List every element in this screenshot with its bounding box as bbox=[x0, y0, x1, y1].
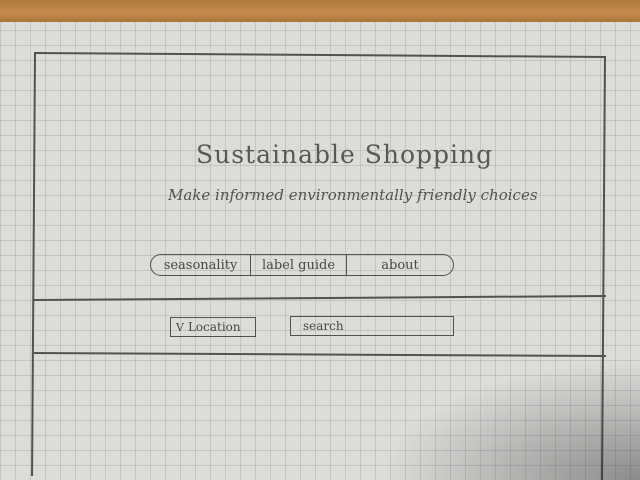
location-dropdown[interactable]: V Location bbox=[170, 317, 256, 337]
page-subtitle: Make informed environmentally friendly c… bbox=[168, 186, 538, 204]
location-label: Location bbox=[187, 320, 241, 334]
table-background bbox=[0, 0, 640, 22]
chevron-down-icon: V bbox=[176, 320, 184, 334]
nav-item-about[interactable]: about bbox=[347, 255, 453, 275]
nav-item-label-guide[interactable]: label guide bbox=[251, 255, 347, 275]
search-input[interactable]: search bbox=[290, 316, 454, 336]
main-nav: seasonality label guide about bbox=[150, 254, 454, 276]
nav-item-seasonality[interactable]: seasonality bbox=[151, 255, 251, 275]
page-title: Sustainable Shopping bbox=[196, 140, 494, 169]
search-placeholder: search bbox=[303, 319, 344, 333]
